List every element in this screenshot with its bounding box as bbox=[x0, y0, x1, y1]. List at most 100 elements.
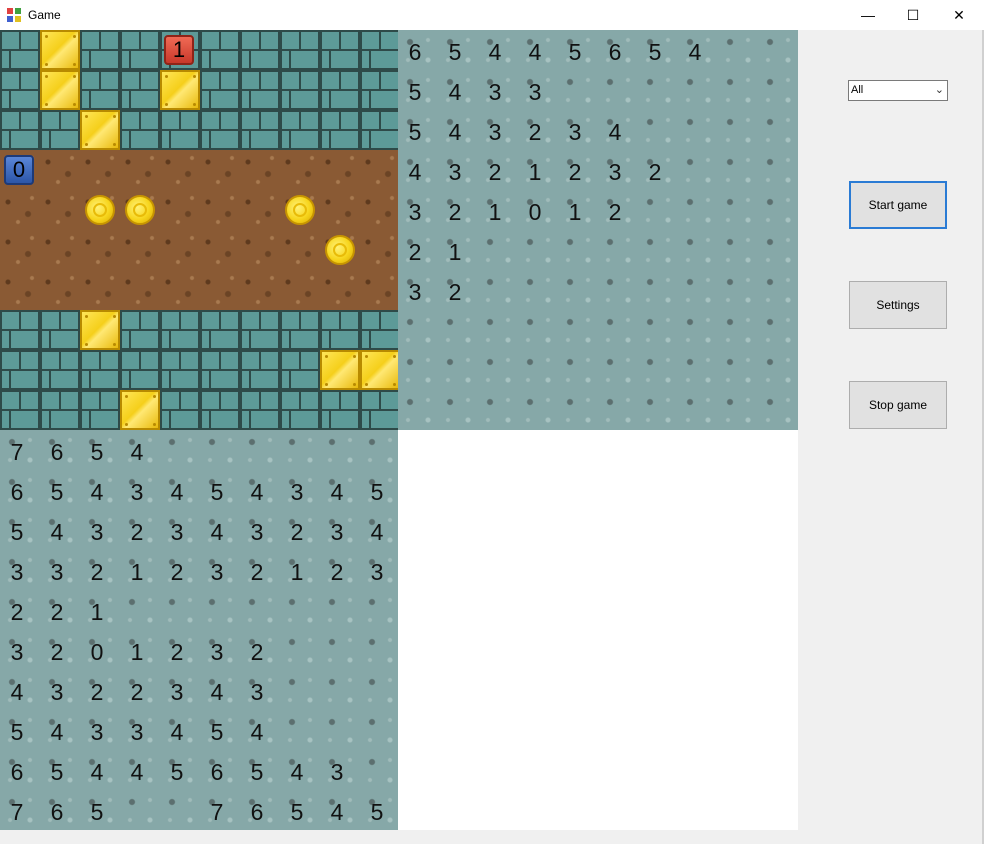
distance-value: 2 bbox=[608, 198, 622, 225]
distance-value: 4 bbox=[330, 478, 344, 505]
distance-value: 5 bbox=[210, 718, 224, 745]
distance-value: 1 bbox=[290, 558, 304, 585]
gold-block bbox=[40, 30, 80, 70]
distance-value: 4 bbox=[130, 758, 144, 785]
distance-value: 3 bbox=[130, 718, 144, 745]
distance-value: 3 bbox=[488, 118, 502, 145]
brick-tile bbox=[200, 30, 240, 70]
distance-value: 4 bbox=[290, 758, 304, 785]
dirt-tile bbox=[120, 150, 160, 190]
filter-select[interactable]: All ⌄ bbox=[848, 80, 948, 101]
distance-value: 4 bbox=[330, 798, 344, 825]
dirt-tile bbox=[160, 190, 200, 230]
brick-tile bbox=[120, 310, 160, 350]
settings-button[interactable]: Settings bbox=[849, 281, 947, 329]
brick-tile bbox=[0, 390, 40, 430]
distance-value: 0 bbox=[90, 638, 104, 665]
dirt-tile bbox=[40, 230, 80, 270]
dirt-tile bbox=[360, 230, 400, 270]
close-button[interactable]: ✕ bbox=[936, 0, 982, 30]
brick-tile bbox=[0, 310, 40, 350]
brick-tile bbox=[320, 310, 360, 350]
minimize-button[interactable]: — bbox=[845, 0, 891, 30]
distance-value: 3 bbox=[10, 558, 24, 585]
distance-value: 2 bbox=[170, 558, 184, 585]
coin-icon bbox=[85, 195, 115, 225]
dirt-tile bbox=[80, 270, 120, 310]
maximize-button[interactable]: ☐ bbox=[890, 0, 936, 30]
distance-value: 2 bbox=[448, 278, 462, 305]
distance-value: 5 bbox=[370, 478, 384, 505]
dirt-tile bbox=[360, 270, 400, 310]
distance-value: 3 bbox=[448, 158, 462, 185]
dirt-tile bbox=[40, 270, 80, 310]
dirt-tile bbox=[0, 230, 40, 270]
distance-value: 4 bbox=[50, 718, 64, 745]
brick-tile bbox=[320, 30, 360, 70]
window-title: Game bbox=[28, 8, 61, 22]
brick-tile bbox=[280, 390, 320, 430]
close-icon: ✕ bbox=[953, 6, 965, 23]
distance-value: 3 bbox=[528, 78, 542, 105]
brick-tile bbox=[360, 390, 400, 430]
start-game-button[interactable]: Start game bbox=[849, 181, 947, 229]
distance-value: 4 bbox=[170, 478, 184, 505]
distance-value: 4 bbox=[448, 118, 462, 145]
distance-value: 5 bbox=[50, 478, 64, 505]
distance-value: 3 bbox=[130, 478, 144, 505]
brick-tile bbox=[200, 390, 240, 430]
distance-value: 6 bbox=[210, 758, 224, 785]
distance-value: 7 bbox=[210, 798, 224, 825]
distance-value: 3 bbox=[488, 78, 502, 105]
dirt-tile bbox=[280, 270, 320, 310]
distance-value: 3 bbox=[90, 718, 104, 745]
dirt-tile bbox=[200, 270, 240, 310]
distance-value: 1 bbox=[90, 598, 104, 625]
distance-value: 2 bbox=[528, 118, 542, 145]
brick-tile bbox=[280, 70, 320, 110]
brick-tile bbox=[120, 110, 160, 150]
stop-game-button[interactable]: Stop game bbox=[849, 381, 947, 429]
dirt-tile bbox=[240, 150, 280, 190]
dirt-tile bbox=[360, 190, 400, 230]
dirt-tile bbox=[80, 150, 120, 190]
dirt-tile bbox=[40, 150, 80, 190]
brick-tile bbox=[240, 30, 280, 70]
dirt-tile bbox=[80, 230, 120, 270]
gold-block bbox=[360, 350, 400, 390]
distance-value: 2 bbox=[90, 558, 104, 585]
distance-value: 4 bbox=[90, 478, 104, 505]
distance-value: 2 bbox=[488, 158, 502, 185]
brick-tile bbox=[320, 390, 360, 430]
distance-value: 6 bbox=[50, 438, 64, 465]
distance-value: 2 bbox=[130, 678, 144, 705]
brick-tile bbox=[120, 70, 160, 110]
distance-value: 0 bbox=[528, 198, 542, 225]
distance-value: 2 bbox=[290, 518, 304, 545]
brick-tile bbox=[80, 30, 120, 70]
distance-value: 3 bbox=[330, 758, 344, 785]
brick-tile bbox=[120, 350, 160, 390]
brick-tile bbox=[200, 310, 240, 350]
brick-tile bbox=[40, 110, 80, 150]
dirt-tile bbox=[200, 190, 240, 230]
distance-value: 5 bbox=[10, 518, 24, 545]
brick-tile bbox=[0, 70, 40, 110]
distance-value: 3 bbox=[408, 278, 422, 305]
distance-value: 3 bbox=[90, 518, 104, 545]
game-board[interactable]: 10 bbox=[0, 30, 400, 430]
gold-block bbox=[120, 390, 160, 430]
distance-map-player-0: 7654654345434554323432343321232123221320… bbox=[0, 430, 398, 830]
brick-tile bbox=[40, 310, 80, 350]
distance-value: 5 bbox=[170, 758, 184, 785]
brick-tile bbox=[120, 30, 160, 70]
distance-value: 6 bbox=[10, 758, 24, 785]
brick-tile bbox=[280, 350, 320, 390]
distance-map-player-1: 65445654543354323443212323210122132 bbox=[398, 30, 798, 430]
brick-tile bbox=[280, 30, 320, 70]
distance-value: 5 bbox=[448, 38, 462, 65]
brick-tile bbox=[280, 310, 320, 350]
dirt-tile bbox=[360, 150, 400, 190]
distance-value: 3 bbox=[370, 558, 384, 585]
dirt-tile bbox=[160, 270, 200, 310]
